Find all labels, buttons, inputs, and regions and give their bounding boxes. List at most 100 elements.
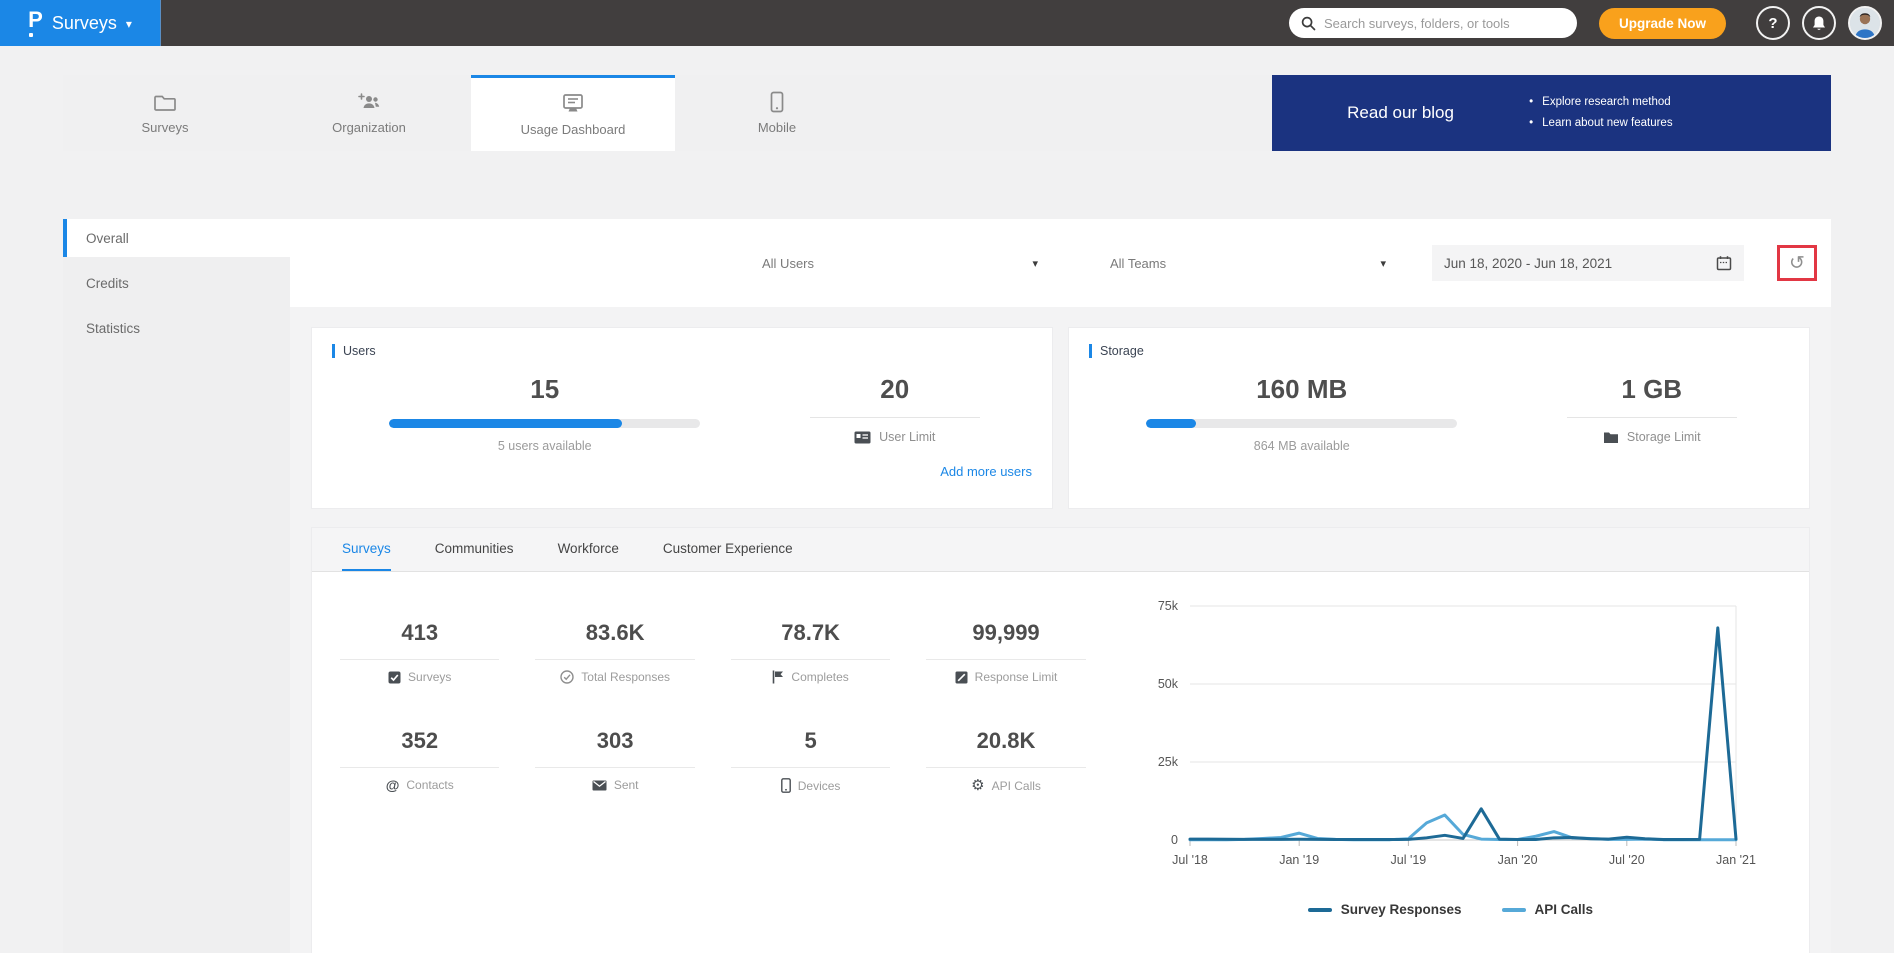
dashboard-section: Users 15 5 users available 20 User Limit…	[290, 307, 1831, 953]
legend-label: API Calls	[1534, 902, 1594, 917]
calendar-icon	[1716, 256, 1732, 271]
users-progress-bar	[389, 419, 701, 428]
chevron-down-icon: ▾	[1380, 257, 1386, 270]
svg-text:50k: 50k	[1158, 677, 1179, 691]
users-filter-dropdown[interactable]: All Users ▾	[762, 256, 1038, 271]
search-icon	[1301, 16, 1316, 30]
legend-swatch-1	[1501, 907, 1526, 912]
usage-tab-customer-experience[interactable]: Customer Experience	[663, 528, 793, 571]
nav-tab-usage-dashboard[interactable]: Usage Dashboard	[471, 75, 675, 151]
avatar-photo	[1850, 8, 1880, 38]
reset-filters-button-highlighted[interactable]: ↺	[1777, 245, 1817, 281]
svg-text:0: 0	[1171, 833, 1178, 847]
stat-sent: 303 Sent	[517, 728, 712, 793]
stat-label: Contacts	[406, 778, 454, 792]
storage-limit-value: 1 GB	[1621, 374, 1683, 404]
stats-grid: 413 Surveys 83.6K Total Responses 78.7K …	[322, 582, 1104, 953]
flag-icon	[773, 670, 784, 684]
divider	[340, 767, 500, 768]
usage-chart: 0 25k 50k 75k Jul '18 Jan '19 Jul '19 Jan '20 Ju…	[1158, 599, 1756, 867]
usage-tab-communities[interactable]: Communities	[435, 528, 514, 571]
nav-tab-label: Organization	[332, 120, 406, 135]
sidebar: Overall Credits Statistics	[63, 219, 290, 953]
id-card-icon	[854, 431, 871, 443]
help-button[interactable]: ?	[1756, 6, 1790, 40]
nav-tab-label: Surveys	[141, 120, 189, 135]
global-search[interactable]	[1288, 8, 1577, 38]
stat-value: 83.6K	[585, 620, 645, 645]
teams-filter-dropdown[interactable]: All Teams ▾	[1110, 256, 1386, 271]
legend-survey-responses[interactable]: Survey Responses	[1307, 902, 1462, 917]
sidebar-item-credits[interactable]: Credits	[63, 264, 290, 302]
users-limit-label: User Limit	[879, 430, 936, 444]
filter-row: All Users ▾ All Teams ▾ Jun 18, 2020 - J…	[290, 219, 1831, 307]
stat-value: 20.8K	[976, 728, 1036, 753]
upgrade-now-button[interactable]: Upgrade Now	[1598, 7, 1726, 39]
usage-detail-card: Surveys Communities Workforce Customer E…	[311, 527, 1810, 953]
divider	[926, 659, 1086, 660]
usage-tabs: Surveys Communities Workforce Customer E…	[312, 528, 1809, 572]
user-avatar[interactable]	[1848, 6, 1882, 40]
stat-value: 303	[596, 728, 634, 753]
stat-label: Sent	[613, 778, 639, 792]
stat-value: 352	[401, 728, 439, 753]
nav-tab-label: Usage Dashboard	[520, 121, 626, 137]
product-switcher[interactable]: P Surveys ▾	[0, 0, 161, 46]
content-area: Overall Credits Statistics All Users ▾ A…	[63, 219, 1831, 953]
main-panel: All Users ▾ All Teams ▾ Jun 18, 2020 - J…	[290, 219, 1831, 953]
divider	[926, 767, 1086, 768]
accent-bar	[1089, 344, 1092, 358]
phone-icon	[780, 778, 791, 793]
banner-bullet: Learn about new features	[1529, 113, 1831, 134]
check-circle-icon	[560, 670, 574, 684]
stat-label: Response Limit	[974, 670, 1058, 684]
storage-card: Storage 160 MB 864 MB available 1 GB Sto…	[1068, 327, 1810, 509]
usage-tab-surveys[interactable]: Surveys	[342, 528, 391, 571]
users-available-note: 5 users available	[497, 439, 592, 453]
storage-progress-fill	[1146, 419, 1197, 428]
users-card: Users 15 5 users available 20 User Limit…	[311, 327, 1053, 509]
divider	[730, 659, 891, 660]
folder-filled-icon	[1603, 432, 1618, 443]
usage-tab-workforce[interactable]: Workforce	[558, 528, 619, 571]
banner-bullets: Explore research method Learn about new …	[1529, 92, 1831, 134]
stat-surveys: 413 Surveys	[322, 620, 517, 684]
stat-label: Devices	[797, 778, 841, 793]
nav-tab-organization[interactable]: Organization	[267, 75, 471, 151]
svg-text:Jan '21: Jan '21	[1716, 853, 1756, 867]
blog-banner[interactable]: Read our blog Explore research method Le…	[1272, 75, 1831, 151]
legend-api-calls[interactable]: API Calls	[1501, 902, 1594, 917]
search-input[interactable]	[1323, 15, 1565, 31]
product-name: Surveys	[51, 12, 117, 33]
reset-icon: ↺	[1789, 252, 1805, 274]
chart-legend: Survey Responses API Calls	[1307, 902, 1594, 917]
date-range-picker[interactable]: Jun 18, 2020 - Jun 18, 2021	[1432, 245, 1744, 281]
add-more-users-link[interactable]: Add more users	[940, 464, 1032, 479]
users-filter-value: All Users	[762, 255, 815, 271]
svg-text:Jul '19: Jul '19	[1391, 853, 1427, 867]
at-icon: @	[385, 777, 400, 793]
stat-label: Total Responses	[581, 670, 671, 684]
stat-response-limit: 99,999 Response Limit	[908, 620, 1103, 684]
notifications-button[interactable]	[1802, 6, 1836, 40]
storage-limit-label: Storage Limit	[1626, 430, 1701, 444]
questionpro-logo-icon: P	[28, 9, 43, 37]
primary-nav: Surveys Organization Usage Dashboard Mob…	[63, 75, 1831, 151]
response-limit-icon	[955, 671, 968, 683]
divider	[809, 417, 980, 418]
gear-icon: ⚙	[971, 777, 985, 794]
stat-contacts: 352 @ Contacts	[322, 728, 517, 793]
stat-value: 78.7K	[781, 620, 840, 645]
sidebar-item-statistics[interactable]: Statistics	[63, 309, 290, 347]
users-limit-value: 20	[880, 374, 910, 404]
nav-tab-surveys[interactable]: Surveys	[63, 75, 267, 151]
nav-tab-mobile[interactable]: Mobile	[675, 75, 879, 151]
people-icon	[356, 91, 382, 113]
storage-progress-bar	[1146, 419, 1458, 428]
svg-text:Jan '20: Jan '20	[1498, 853, 1538, 867]
stat-value: 99,999	[972, 620, 1040, 645]
bell-icon	[1813, 16, 1825, 30]
divider	[535, 659, 695, 660]
stat-total-responses: 83.6K Total Responses	[517, 620, 712, 684]
sidebar-item-overall[interactable]: Overall	[63, 219, 290, 257]
